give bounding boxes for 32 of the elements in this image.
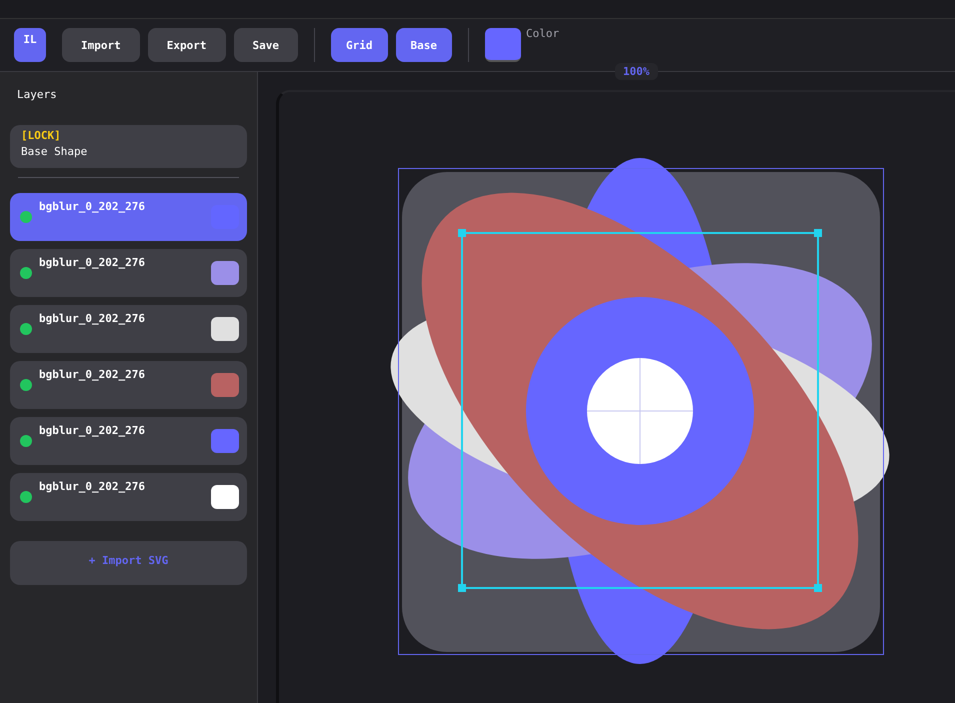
toolbar-button[interactable]: Save [234, 28, 298, 62]
layer-name: bgblur_0_202_276 [39, 312, 146, 325]
layer-item[interactable]: bgblur_0_202_276 [10, 361, 247, 409]
visibility-dot[interactable] [20, 323, 32, 335]
selection-box[interactable] [458, 229, 822, 592]
visibility-dot[interactable] [20, 211, 32, 223]
visibility-dot[interactable] [20, 435, 32, 447]
layer-item[interactable]: bgblur_0_202_276 [10, 249, 247, 297]
layer-name: bgblur_0_202_276 [39, 480, 146, 493]
layer-item[interactable]: bgblur_0_202_276 [10, 305, 247, 353]
layer-name: bgblur_0_202_276 [39, 200, 146, 213]
base-layer-card[interactable]: [LOCK] Base Shape [10, 125, 247, 168]
layer-name: Base Shape [21, 145, 88, 158]
toggle-button[interactable]: Grid [331, 28, 388, 62]
layer-name: bgblur_0_202_276 [39, 424, 146, 437]
color-label: Color [526, 27, 560, 40]
visibility-dot[interactable] [20, 491, 32, 503]
toolbar-button[interactable]: Export [148, 28, 226, 62]
layer-item[interactable]: bgblur_0_202_276 [10, 473, 247, 521]
layer-name: bgblur_0_202_276 [39, 256, 146, 269]
lock-label: [LOCK] [21, 129, 62, 142]
color-swatch[interactable] [485, 28, 521, 62]
app-logo: IL [14, 28, 46, 62]
zoom-level: 100% [615, 63, 658, 80]
layer-item[interactable]: bgblur_0_202_276 [10, 417, 247, 465]
visibility-dot[interactable] [20, 379, 32, 391]
visibility-dot[interactable] [20, 267, 32, 279]
toolbar-button[interactable]: Import [62, 28, 140, 62]
layer-name: bgblur_0_202_276 [39, 368, 146, 381]
layer-item[interactable]: bgblur_0_202_276 [10, 193, 247, 241]
toggle-button[interactable]: Base [396, 28, 452, 62]
panel-title: Layers [17, 88, 58, 101]
